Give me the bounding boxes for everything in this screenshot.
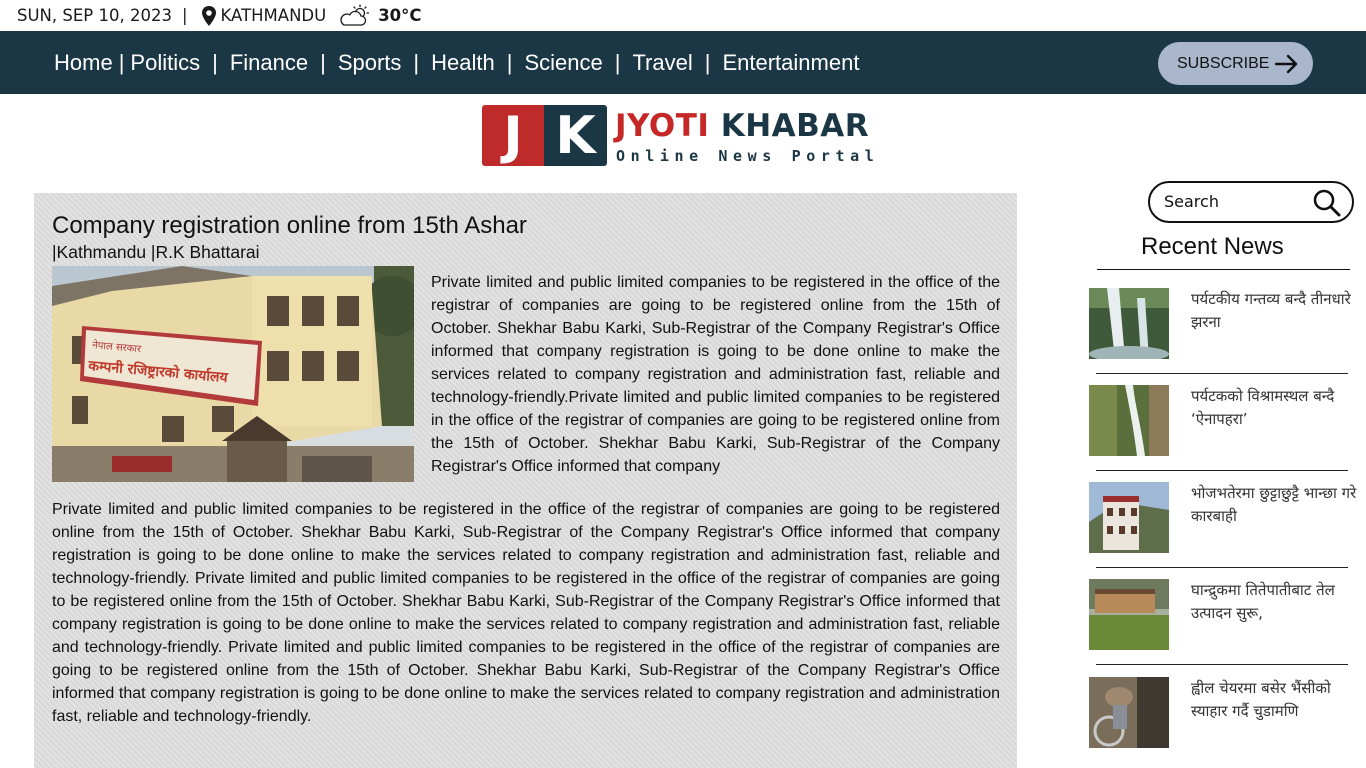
- nav-separator: |: [704, 49, 711, 75]
- news-thumbnail: [1089, 385, 1169, 456]
- nav-separator: |: [118, 49, 125, 75]
- subscribe-button[interactable]: SUBSCRIBE: [1158, 42, 1313, 85]
- nav-separator: |: [320, 49, 326, 75]
- divider: [1096, 664, 1348, 665]
- article-card: Company registration online from 15th As…: [34, 193, 1017, 768]
- recent-news-heading: Recent News: [1141, 233, 1284, 260]
- nav-separator: |: [506, 49, 513, 75]
- nav-separator: |: [413, 49, 420, 75]
- divider: [1096, 373, 1348, 374]
- article-paragraph-2: Private limited and public limited compa…: [52, 501, 1000, 725]
- logo-tagline: Online News Portal: [616, 147, 880, 165]
- nav-finance[interactable]: Finance: [230, 50, 308, 76]
- site-logo[interactable]: J K JYOTI KHABAR Online News Portal: [482, 104, 882, 166]
- search-input[interactable]: [1164, 192, 1304, 211]
- news-headline[interactable]: पर्यटकको विश्रामस्थल बन्दै ‘ऐनापहरा’: [1191, 385, 1359, 431]
- nav-entertainment[interactable]: Entertainment: [722, 50, 859, 76]
- recent-news-item[interactable]: घान्द्रुकमा तितेपातीबाट तेल उत्पादन सुरू…: [1089, 579, 1359, 665]
- logo-name-jyoti: JYOTI: [615, 108, 710, 144]
- main-navigation: Home | Politics | Finance | Sports | Hea…: [0, 31, 1366, 94]
- news-thumbnail: [1089, 677, 1169, 748]
- article-byline: |Kathmandu |R.K Bhattarai: [52, 242, 260, 262]
- news-thumbnail: [1089, 482, 1169, 553]
- divider: [1096, 470, 1348, 471]
- divider: [1096, 567, 1348, 568]
- nav-science[interactable]: Science: [524, 50, 602, 76]
- recent-news-item[interactable]: ह्वील चेयरमा बसेर भैंसीको स्याहार गर्दै …: [1089, 677, 1359, 749]
- logo-name: JYOTI KHABAR: [615, 108, 869, 144]
- separator: |: [181, 6, 188, 25]
- nav-links: Home | Politics | Finance | Sports | Hea…: [54, 31, 859, 94]
- nav-home[interactable]: Home: [54, 50, 113, 76]
- subscribe-label: SUBSCRIBE: [1177, 54, 1270, 72]
- search-box: [1148, 181, 1354, 223]
- logo-name-khabar: KHABAR: [720, 108, 870, 144]
- news-thumbnail: [1089, 579, 1169, 650]
- top-info-bar: SUN, SEP 10, 2023 | KATHMANDU 30°C: [0, 0, 1366, 31]
- recent-news-item[interactable]: भोजभतेरमा छुट्टाछुट्टै भान्छा गरे कारबाह…: [1089, 482, 1359, 568]
- location-pin-icon: [200, 5, 218, 27]
- article-paragraph-1: Private limited and public limited compa…: [431, 274, 1000, 475]
- nav-travel[interactable]: Travel: [632, 50, 692, 76]
- divider: [1097, 269, 1350, 270]
- current-date: SUN, SEP 10, 2023: [17, 6, 172, 25]
- nav-sports[interactable]: Sports: [338, 50, 402, 76]
- nav-health[interactable]: Health: [431, 50, 495, 76]
- article-photo: नेपाल सरकार कम्पनी रजिष्ट्रारको कार्यालय: [52, 266, 414, 482]
- nav-politics[interactable]: Politics: [130, 50, 200, 76]
- recent-news-item[interactable]: पर्यटकीय गन्तव्य बन्दै तीनधारे झरना: [1089, 288, 1359, 374]
- news-headline[interactable]: ह्वील चेयरमा बसेर भैंसीको स्याहार गर्दै …: [1191, 677, 1359, 723]
- location-text: KATHMANDU: [220, 6, 327, 25]
- news-thumbnail: [1089, 288, 1169, 359]
- logo-mark-k: K: [544, 105, 607, 166]
- logo-mark-j: J: [482, 105, 544, 166]
- article-title: Company registration online from 15th As…: [52, 212, 527, 239]
- nav-separator: |: [614, 49, 621, 75]
- news-headline[interactable]: घान्द्रुकमा तितेपातीबाट तेल उत्पादन सुरू…: [1191, 579, 1359, 625]
- nav-separator: |: [212, 49, 218, 75]
- arrow-right-icon: [1275, 54, 1298, 73]
- temperature: 30°C: [378, 6, 422, 25]
- news-headline[interactable]: भोजभतेरमा छुट्टाछुट्टै भान्छा गरे कारबाह…: [1191, 482, 1359, 528]
- search-icon[interactable]: [1311, 187, 1343, 224]
- news-headline[interactable]: पर्यटकीय गन्तव्य बन्दै तीनधारे झरना: [1191, 288, 1359, 334]
- recent-news-item[interactable]: पर्यटकको विश्रामस्थल बन्दै ‘ऐनापहरा’: [1089, 385, 1359, 471]
- partly-cloudy-icon: [338, 3, 372, 28]
